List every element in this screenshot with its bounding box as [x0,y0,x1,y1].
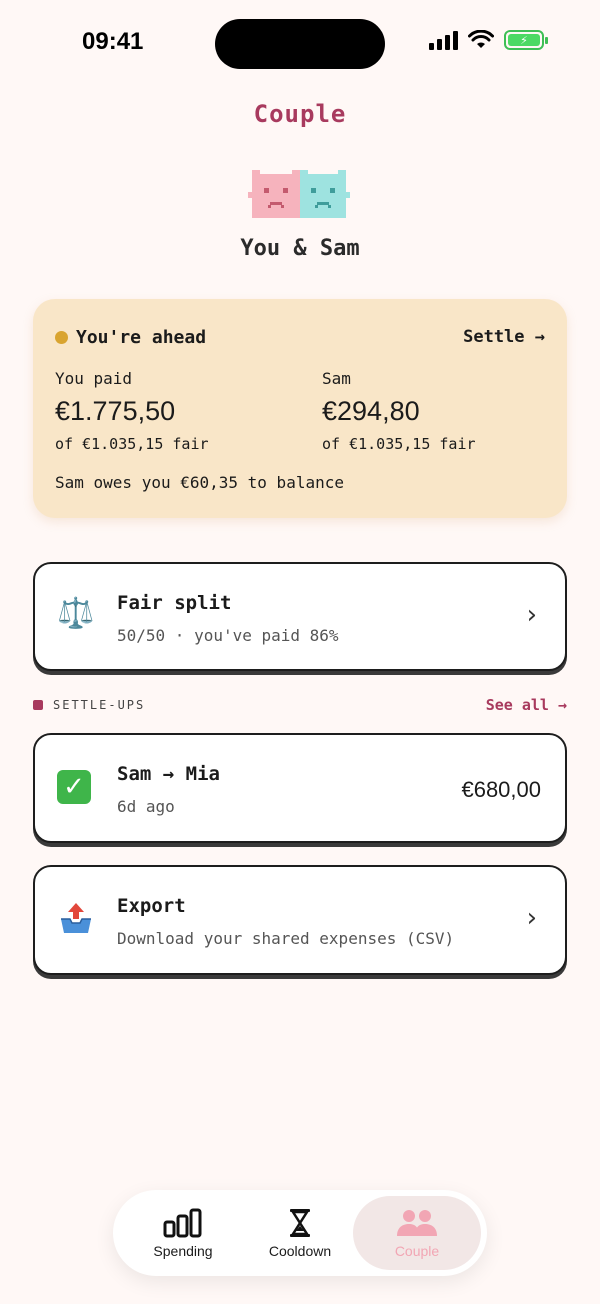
settle-up-item[interactable]: ✓ Sam → Mia 6d ago €680,00 [33,733,567,843]
signal-icon [429,30,458,50]
you-paid-amount: €1.775,50 [55,396,176,426]
you-fair-share: of €1.035,15 fair [55,435,209,453]
partner-paid-column: Sam €294,80 of €1.035,15 fair [322,369,476,453]
couple-name: You & Sam [240,236,360,261]
settle-up-time: 6d ago [117,797,175,816]
settle-button[interactable]: Settle → [463,327,545,347]
see-all-link[interactable]: See all → [486,696,567,714]
chevron-right-icon: › [526,903,537,933]
status-dot-icon [55,331,68,344]
tab-couple[interactable]: Couple [353,1196,481,1270]
balance-card: You're ahead Settle → You paid €1.775,50… [33,299,567,518]
tab-couple-label: Couple [394,1243,440,1259]
fair-split-title: Fair split [117,592,232,614]
chevron-right-icon: › [526,600,537,630]
check-icon: ✓ [57,770,91,804]
partner-paid-amount: €294,80 [322,396,420,426]
dynamic-island [215,19,385,69]
scales-icon: ⚖️ [57,596,95,631]
you-paid-column: You paid €1.775,50 of €1.035,15 fair [55,369,209,453]
status-icons: ⚡ [429,30,548,50]
outbox-tray-icon [61,903,91,933]
fair-split-card[interactable]: ⚖️ Fair split 50/50 · you've paid 86% › [33,562,567,671]
balance-status: You're ahead [55,327,206,348]
export-card[interactable]: Export Download your shared expenses (CS… [33,865,567,975]
fair-split-subtitle: 50/50 · you've paid 86% [117,626,339,645]
partner-fair-share: of €1.035,15 fair [322,435,476,453]
hourglass-icon [290,1209,310,1237]
you-paid-label: You paid [55,369,133,388]
partner-label: Sam [322,369,351,388]
owes-summary: Sam owes you €60,35 to balance [55,473,344,492]
export-title: Export [117,895,186,917]
balance-status-label: You're ahead [76,327,207,348]
tab-cooldown[interactable]: Cooldown [236,1196,364,1270]
export-subtitle: Download your shared expenses (CSV) [117,929,455,948]
bar-chart-icon [163,1208,202,1238]
status-bar: 09:41 ⚡ [0,0,600,90]
battery-icon: ⚡ [504,30,548,50]
tab-bar: Spending Cooldown Couple [113,1190,487,1276]
status-time: 09:41 [82,28,144,55]
tab-spending-label: Spending [153,1243,213,1259]
page-title: Couple [253,100,347,128]
settle-up-amount: €680,00 [461,777,541,802]
settle-ups-header: SETTLE-UPS See all → [33,696,567,716]
couple-avatars-icon [248,170,350,218]
settle-ups-label: SETTLE-UPS [53,698,146,712]
section-marker-icon [33,700,43,710]
tab-spending[interactable]: Spending [119,1196,247,1270]
people-icon [397,1210,437,1236]
wifi-icon [468,30,494,48]
settle-up-title: Sam → Mia [117,763,220,785]
tab-cooldown-label: Cooldown [268,1243,332,1259]
